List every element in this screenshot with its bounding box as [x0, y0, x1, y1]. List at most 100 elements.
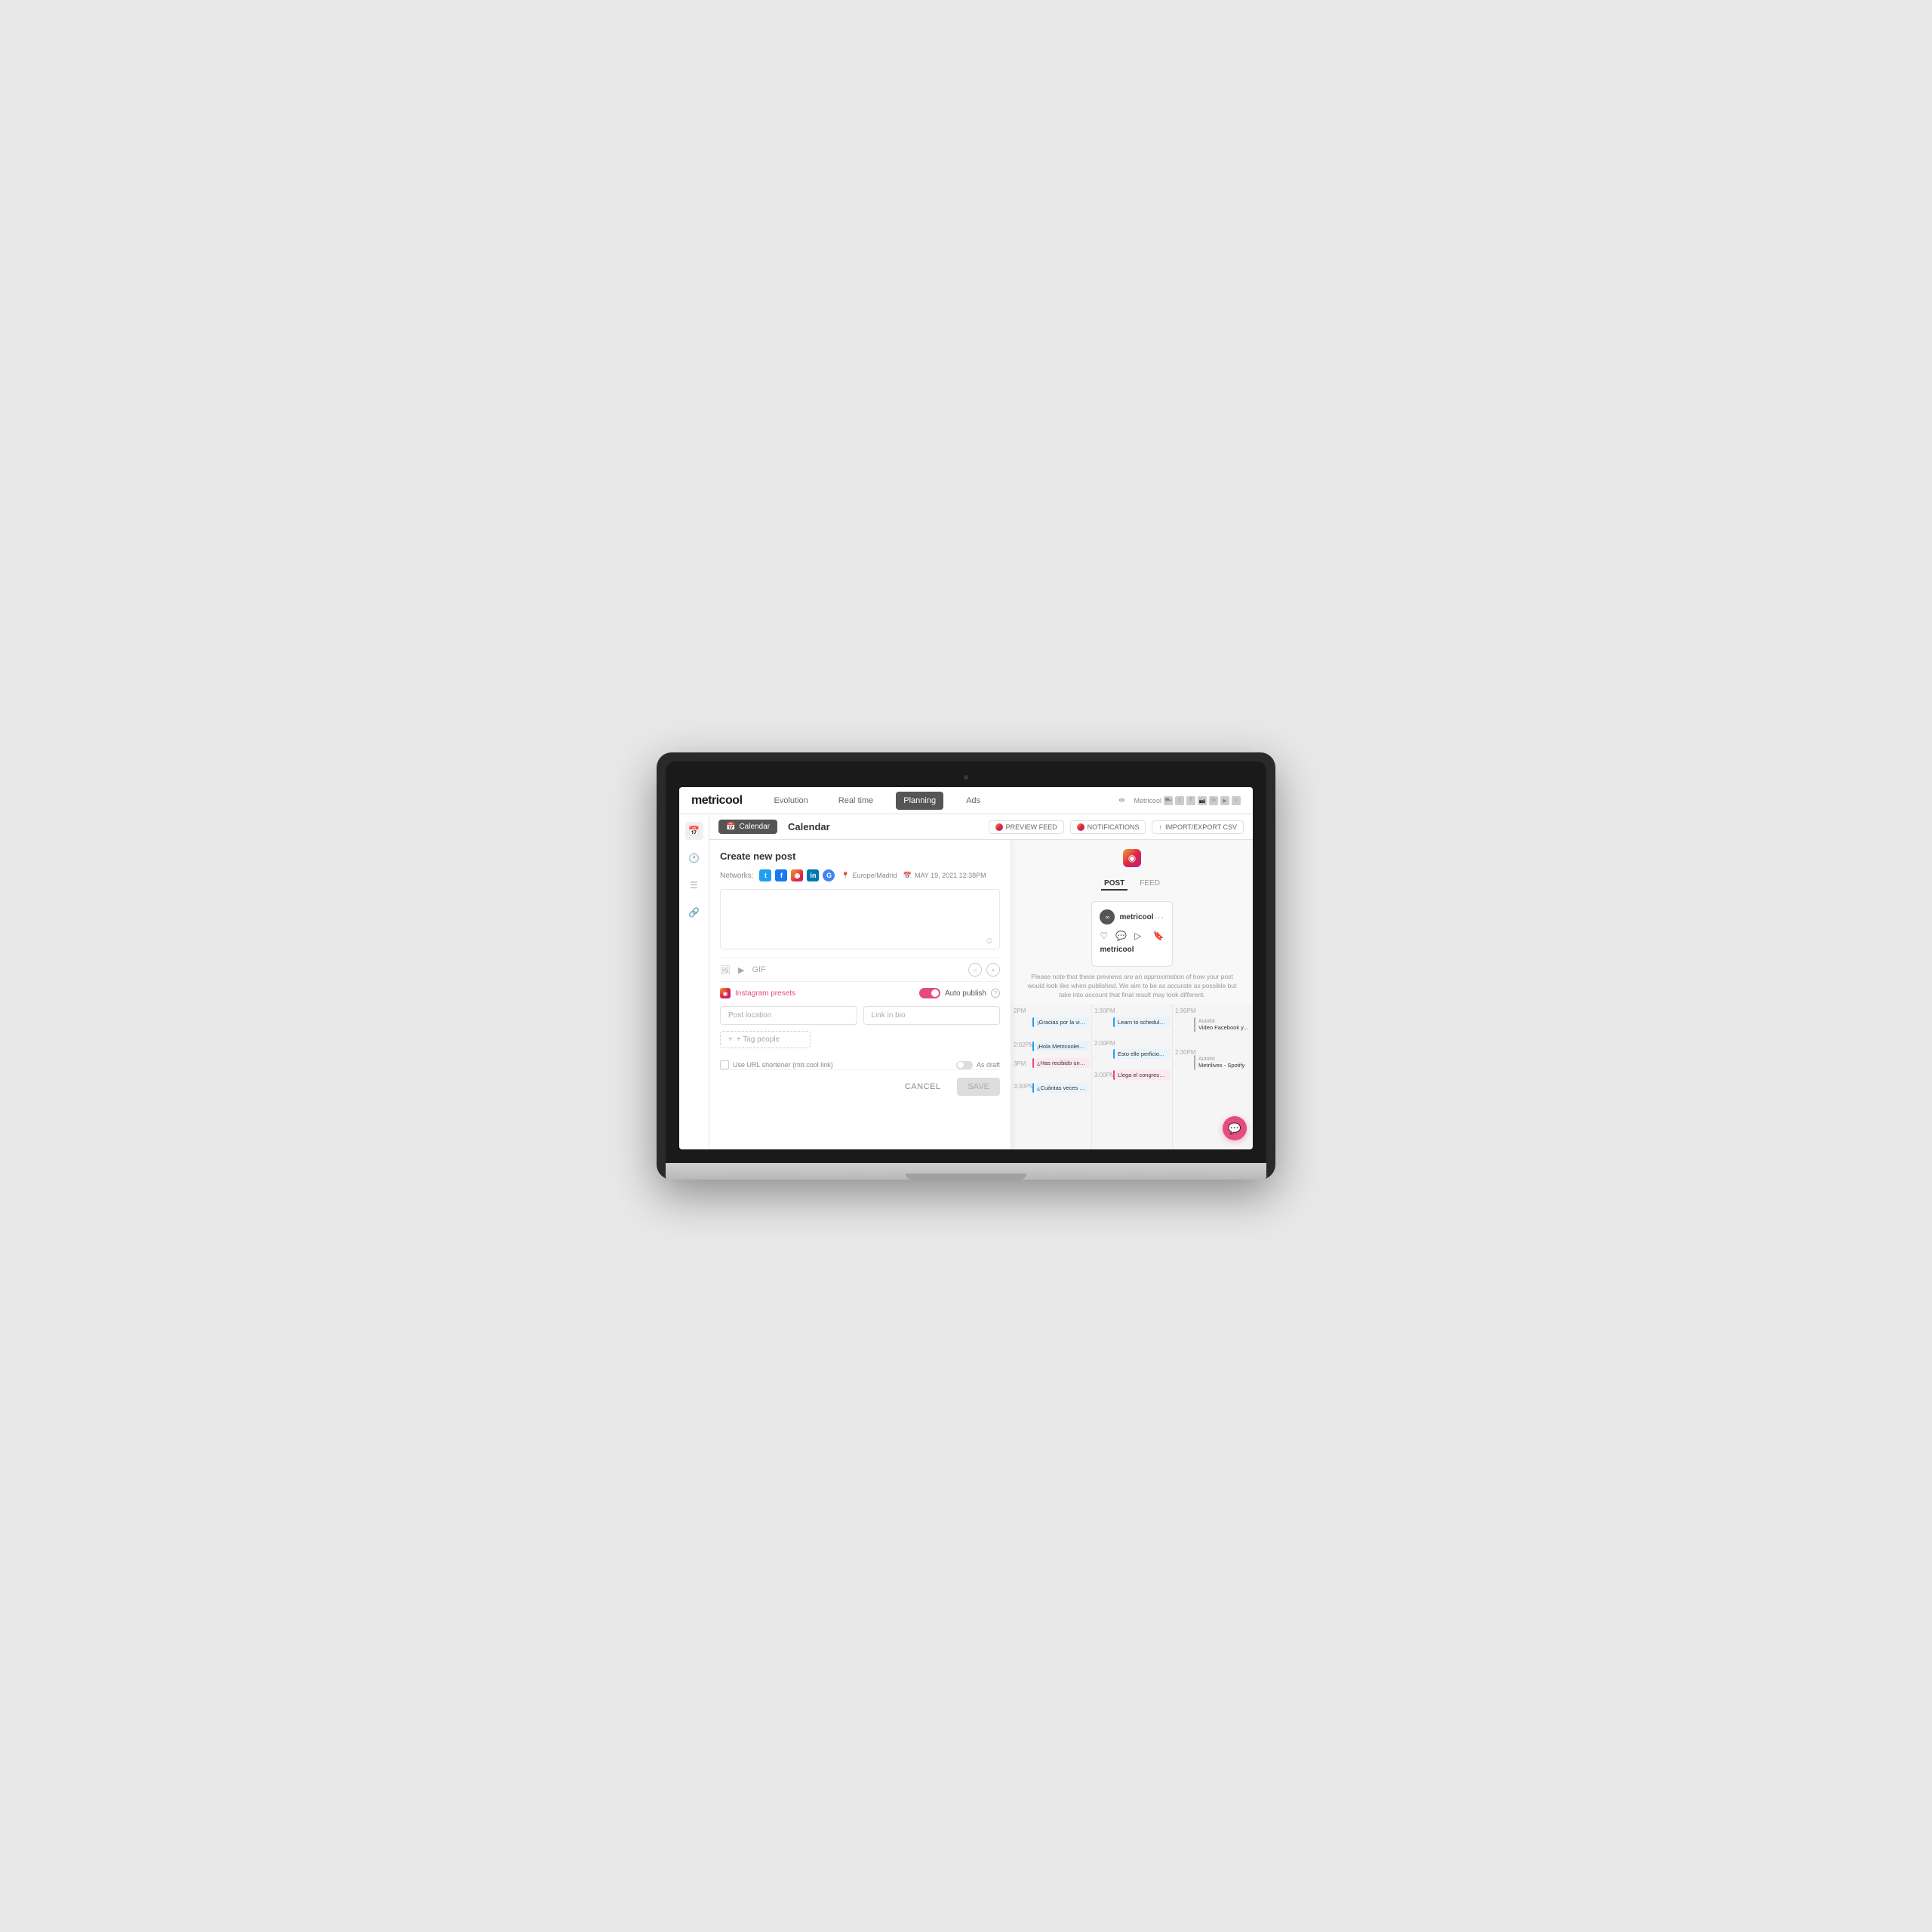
cal-event-5-text: Learn to schedule posts on LinkedIn...	[1118, 1019, 1171, 1026]
cal-event-1-text: ¡Gracias por la visita! Utiliza de...	[1037, 1019, 1090, 1026]
presets-label[interactable]: Instagram presets	[735, 989, 795, 998]
calendar-background: 2PM 2:02PM 3PM 3:30PM ¡Gracias por la vi…	[1011, 1004, 1253, 1149]
instagram-icon[interactable]: ◉	[791, 869, 803, 881]
linkedin-icon[interactable]: in	[807, 869, 819, 881]
notifications-label: NOTIFICATIONS	[1088, 823, 1140, 831]
draft-toggle: As draft	[956, 1061, 1000, 1069]
add-circle-btn[interactable]: +	[986, 963, 1000, 977]
cal-event-7[interactable]: Llega el congreso de #MarketingDigital..…	[1113, 1070, 1171, 1080]
network-row: Networks: t f ◉ in G 📍	[720, 869, 1000, 881]
auto-publish-help-icon[interactable]: ?	[991, 989, 1000, 998]
gmb-icon[interactable]: G	[823, 869, 835, 881]
calendar-tab-icon: 📅	[726, 823, 735, 831]
emoji-icon[interactable]: ☺	[985, 935, 994, 946]
inputs-row	[720, 1006, 1000, 1025]
cal-event-3[interactable]: ¿Has recibido un mensaje de...	[1032, 1058, 1090, 1068]
time-3pm: 3PM	[1014, 1060, 1026, 1067]
cal-col-2: 1:30PM 2:00PM 3:00PM Learn to schedule p…	[1092, 1004, 1173, 1149]
calendar-date-icon: 📅	[903, 872, 912, 880]
presets-row: ◉ Instagram presets Auto publish ?	[720, 988, 1000, 998]
save-button[interactable]: SAVE	[957, 1078, 1000, 1096]
twitter-icon[interactable]: t	[759, 869, 771, 881]
calendar-tab[interactable]: 📅 Calendar	[718, 820, 777, 834]
date-info: 📅 MAY 19, 2021 12:38PM	[903, 872, 986, 880]
post-actions: ♡ 💬 ▷ 🔖	[1100, 931, 1164, 941]
import-export-btn[interactable]: ↑ IMPORT/EXPORT CSV	[1152, 820, 1244, 834]
tab-feed[interactable]: FEED	[1137, 878, 1163, 891]
ig-presets-icon: ◉	[720, 988, 731, 998]
cal-event-8[interactable]: Autolot Video Facebook y...	[1194, 1017, 1251, 1032]
nav-evolution[interactable]: Evolution	[767, 792, 816, 810]
post-location-input[interactable]	[720, 1006, 857, 1025]
post-card: ∞ metricool ··· ♡ 💬	[1091, 901, 1172, 967]
cal-event-4[interactable]: ¿Cuántas veces has...	[1032, 1083, 1090, 1093]
post-user: ∞ metricool	[1100, 909, 1153, 924]
video-toolbar-icon[interactable]: ▶	[738, 965, 744, 975]
tab-post[interactable]: POST	[1101, 878, 1128, 891]
gif-toolbar-icon[interactable]: GIF	[752, 965, 765, 974]
ig-preview-header: ◉	[1020, 849, 1244, 867]
linkedin-brand-icon: in	[1209, 796, 1218, 805]
time-2pm: 2PM	[1014, 1008, 1026, 1014]
sidebar-link-icon[interactable]: 🔗	[685, 903, 703, 921]
bottom-row: Use URL shortener (mtr.cool link) As dra…	[720, 1056, 1000, 1069]
auto-publish-toggle[interactable]	[919, 988, 940, 998]
bookmark-icon[interactable]: 🔖	[1153, 931, 1164, 941]
sub-nav-title: Calendar	[788, 821, 830, 832]
facebook-brand-icon: f	[1186, 796, 1195, 805]
tag-people-btn[interactable]: + + Tag people	[720, 1031, 811, 1048]
share-icon[interactable]: ▷	[1134, 931, 1141, 941]
app-container: metricool Evolution Real time Planning A…	[679, 787, 1253, 1149]
facebook-icon[interactable]: f	[775, 869, 787, 881]
import-export-label: IMPORT/EXPORT CSV	[1165, 823, 1237, 831]
preview-feed-label: PREVIEW FEED	[1006, 823, 1057, 831]
instagram-brand-icon: 📷	[1198, 796, 1207, 805]
cal-event-9-text: Metrilives - Spotify	[1198, 1062, 1244, 1069]
nav-links: Evolution Real time Planning Ads	[767, 792, 989, 810]
right-area: ◉ POST FEED	[1011, 840, 1253, 1149]
circle-toggle-btn[interactable]: ○	[968, 963, 982, 977]
sidebar-list-icon[interactable]: ☰	[685, 876, 703, 894]
image-toolbar-icon[interactable]: 🖼	[720, 965, 731, 975]
cal-event-7-text: Llega el congreso de #MarketingDigital..…	[1118, 1072, 1171, 1078]
preview-feed-btn[interactable]: PREVIEW FEED	[989, 820, 1064, 834]
laptop-frame: metricool Evolution Real time Planning A…	[657, 752, 1275, 1180]
url-shortener-checkbox[interactable]	[720, 1060, 729, 1069]
location-text: Europe/Madrid	[853, 872, 897, 879]
sidebar-calendar-icon[interactable]: 📅	[685, 822, 703, 840]
sub-nav-left: 📅 Calendar Calendar	[718, 820, 830, 834]
preview-panel: ◉ POST FEED	[1011, 840, 1253, 1004]
cal-event-6[interactable]: Esto elle perficio...	[1113, 1049, 1171, 1059]
cal-event-9[interactable]: Autolot Metrilives - Spotify	[1194, 1055, 1251, 1070]
like-icon[interactable]: ♡	[1100, 931, 1108, 941]
post-caption: metricool	[1100, 946, 1164, 954]
location-pin-icon: 📍	[841, 872, 849, 880]
nav-ads[interactable]: Ads	[958, 792, 988, 810]
nav-planning[interactable]: Planning	[896, 792, 943, 810]
time-1-30pm-c3: 1:30PM	[1175, 1008, 1196, 1014]
nav-realtime[interactable]: Real time	[831, 792, 881, 810]
cal-event-2-text: ¡Hola Metricooleis! 🎤 ¿Sabéis que se cre…	[1037, 1043, 1090, 1050]
camera	[964, 775, 968, 780]
chat-fab[interactable]: 💬	[1223, 1116, 1247, 1140]
sidebar-clock-icon[interactable]: 🕐	[685, 849, 703, 867]
cal-event-1[interactable]: ¡Gracias por la visita! Utiliza de...	[1032, 1017, 1090, 1027]
calendar-form-area: Create new post Networks: t f ◉	[709, 840, 1253, 1149]
toolbar-right: ○ +	[968, 963, 1000, 977]
calendar-grid: 2PM 2:02PM 3PM 3:30PM ¡Gracias por la vi…	[1011, 1004, 1253, 1149]
cal-event-5[interactable]: Learn to schedule posts on LinkedIn...	[1113, 1017, 1171, 1027]
as-draft-toggle[interactable]	[956, 1061, 973, 1069]
post-more-icon[interactable]: ···	[1154, 911, 1164, 923]
comment-icon[interactable]: 💬	[1115, 931, 1127, 941]
cal-event-8-sublabel: Autolot	[1198, 1019, 1248, 1024]
cal-event-6-text: Esto elle perficio...	[1118, 1051, 1164, 1057]
loop-icon: ∞	[1115, 795, 1128, 807]
time-2pm-c2: 2:00PM	[1094, 1040, 1115, 1047]
cancel-button[interactable]: CANCEL	[894, 1078, 952, 1096]
location-info: 📍 Europe/Madrid	[841, 872, 897, 880]
post-textarea[interactable]	[720, 889, 1000, 949]
cal-event-2[interactable]: ¡Hola Metricooleis! 🎤 ¿Sabéis que se cre…	[1032, 1041, 1090, 1051]
tiktok-brand-icon: ♪	[1232, 796, 1241, 805]
notifications-btn[interactable]: NOTIFICATIONS	[1070, 820, 1146, 834]
link-in-bio-input[interactable]	[863, 1006, 1001, 1025]
